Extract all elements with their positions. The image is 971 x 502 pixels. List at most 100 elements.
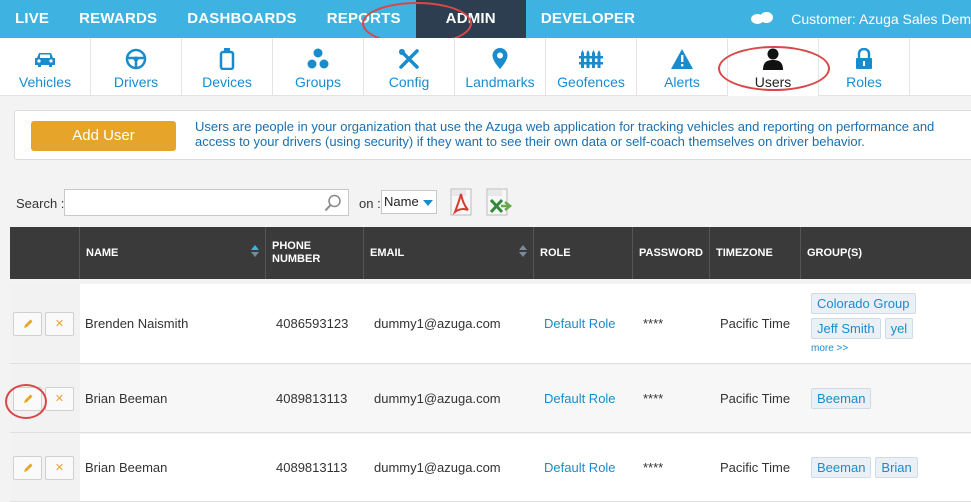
search-on-label: on : xyxy=(359,196,381,211)
column-header-name[interactable]: NAME xyxy=(80,227,266,279)
device-icon xyxy=(214,48,240,70)
tab-alerts[interactable]: Alerts xyxy=(637,38,728,96)
info-line-2: access to your drivers (using security) … xyxy=(195,134,865,149)
group-chip[interactable]: Colorado Group xyxy=(811,293,916,314)
users-page: Add User Users are people in your organi… xyxy=(0,96,971,502)
customer-info: Customer: Azuga Sales Dem xyxy=(751,0,971,38)
header-label: ROLE xyxy=(540,246,571,259)
cell-email: dummy1@azuga.com xyxy=(374,391,501,406)
nav-developer[interactable]: DEVELOPER xyxy=(526,0,650,38)
group-chip[interactable]: yel xyxy=(884,318,914,339)
tab-landmarks[interactable]: Landmarks xyxy=(455,38,546,96)
chat-icon[interactable] xyxy=(751,12,774,26)
search-input[interactable] xyxy=(64,189,349,216)
actions-column-header xyxy=(10,227,80,279)
tab-label: Vehicles xyxy=(18,74,72,90)
chevron-down-icon xyxy=(423,200,433,206)
close-icon: ✕ xyxy=(54,462,65,474)
column-header-email[interactable]: EMAIL xyxy=(364,227,534,279)
header-label: GROUP(S) xyxy=(807,246,862,259)
cell-email: dummy1@azuga.com xyxy=(374,316,501,331)
pencil-icon xyxy=(23,319,32,328)
annotation-circle-users xyxy=(718,46,830,91)
header-label: PASSWORD xyxy=(639,246,703,259)
cell-groups: Beeman xyxy=(806,365,971,432)
cell-groups: Beeman Brian xyxy=(806,434,971,501)
role-link[interactable]: Default Role xyxy=(544,460,616,475)
tab-label: Drivers xyxy=(113,74,159,90)
column-header-timezone: TIMEZONE xyxy=(710,227,801,279)
fence-icon xyxy=(578,48,604,70)
more-groups-link[interactable]: more >> xyxy=(811,343,848,354)
cell-phone: 4086593123 xyxy=(276,316,349,331)
tab-label: Alerts xyxy=(664,74,700,90)
cell-groups: Colorado Group Jeff Smith yel more >> xyxy=(806,284,971,363)
nav-rewards[interactable]: REWARDS xyxy=(64,0,172,38)
nav-live[interactable]: LIVE xyxy=(0,0,64,38)
group-chip[interactable]: Beeman xyxy=(811,388,872,409)
sort-icon[interactable] xyxy=(519,245,527,261)
cell-timezone: Pacific Time xyxy=(720,460,791,475)
delete-button[interactable]: ✕ xyxy=(45,386,74,411)
tab-groups[interactable]: Groups xyxy=(273,38,364,96)
role-link[interactable]: Default Role xyxy=(544,316,616,331)
cell-phone: 4089813113 xyxy=(276,460,348,475)
group-chip[interactable]: Brian xyxy=(875,457,918,478)
steering-wheel-icon xyxy=(123,48,149,70)
column-header-role: ROLE xyxy=(534,227,633,279)
tab-roles[interactable]: Roles xyxy=(819,38,910,96)
map-pin-icon xyxy=(487,48,513,70)
header-label: NAME xyxy=(86,246,119,259)
info-description: Users are people in your organization th… xyxy=(195,119,971,149)
tab-vehicles[interactable]: Vehicles xyxy=(0,38,91,96)
tab-label: Roles xyxy=(846,74,882,90)
search-field-value: Name xyxy=(384,194,419,209)
users-table-header: NAME PHONE NUMBER EMAIL ROLE PASSWORD TI… xyxy=(10,227,971,279)
edit-button[interactable] xyxy=(13,455,42,480)
delete-button[interactable]: ✕ xyxy=(45,311,74,336)
row-actions: ✕ xyxy=(10,434,80,501)
add-user-button[interactable]: Add User xyxy=(31,121,176,151)
tab-label: Landmarks xyxy=(465,74,535,90)
wrench-icon xyxy=(396,48,422,70)
cell-password: **** xyxy=(643,316,664,331)
edit-button[interactable] xyxy=(13,311,42,336)
cell-name: Brian Beeman xyxy=(85,391,168,406)
cell-name: Brenden Naismith xyxy=(85,316,189,331)
group-chip[interactable]: Beeman xyxy=(811,457,872,478)
cell-email: dummy1@azuga.com xyxy=(374,460,501,475)
info-panel: Add User Users are people in your organi… xyxy=(14,110,971,160)
table-row: ✕ Brian Beeman 4089813113 dummy1@azuga.c… xyxy=(10,434,971,502)
group-chip[interactable]: Jeff Smith xyxy=(811,318,881,339)
tab-label: Devices xyxy=(202,74,252,90)
close-icon: ✕ xyxy=(54,318,65,330)
search-icon[interactable] xyxy=(324,194,342,212)
delete-button[interactable]: ✕ xyxy=(45,455,74,480)
cell-password: **** xyxy=(643,391,664,406)
table-row: ✕ Brenden Naismith 4086593123 dummy1@azu… xyxy=(10,284,971,364)
top-navigation-bar: LIVE REWARDS DASHBOARDS REPORTS ADMIN DE… xyxy=(0,0,971,38)
cell-timezone: Pacific Time xyxy=(720,391,791,406)
cell-password: **** xyxy=(643,460,664,475)
header-label: TIMEZONE xyxy=(716,246,773,259)
xls-export-icon[interactable] xyxy=(486,188,513,216)
tab-config[interactable]: Config xyxy=(364,38,455,96)
customer-label[interactable]: Customer: Azuga Sales Dem xyxy=(791,11,971,27)
pdf-export-icon[interactable] xyxy=(450,188,474,216)
tab-devices[interactable]: Devices xyxy=(182,38,273,96)
column-header-phone: PHONE NUMBER xyxy=(266,227,364,279)
sort-icon[interactable] xyxy=(251,245,259,261)
nav-dashboards[interactable]: DASHBOARDS xyxy=(172,0,312,38)
cell-timezone: Pacific Time xyxy=(720,316,791,331)
role-link[interactable]: Default Role xyxy=(544,391,616,406)
tab-drivers[interactable]: Drivers xyxy=(91,38,182,96)
column-header-groups: GROUP(S) xyxy=(801,227,971,279)
row-actions: ✕ xyxy=(10,284,80,363)
tab-label: Geofences xyxy=(557,74,625,90)
lock-icon xyxy=(851,48,877,70)
column-header-password: PASSWORD xyxy=(633,227,710,279)
search-field-select[interactable]: Name xyxy=(381,190,437,214)
tab-label: Groups xyxy=(295,74,341,90)
tab-geofences[interactable]: Geofences xyxy=(546,38,637,96)
pencil-icon xyxy=(23,463,32,472)
